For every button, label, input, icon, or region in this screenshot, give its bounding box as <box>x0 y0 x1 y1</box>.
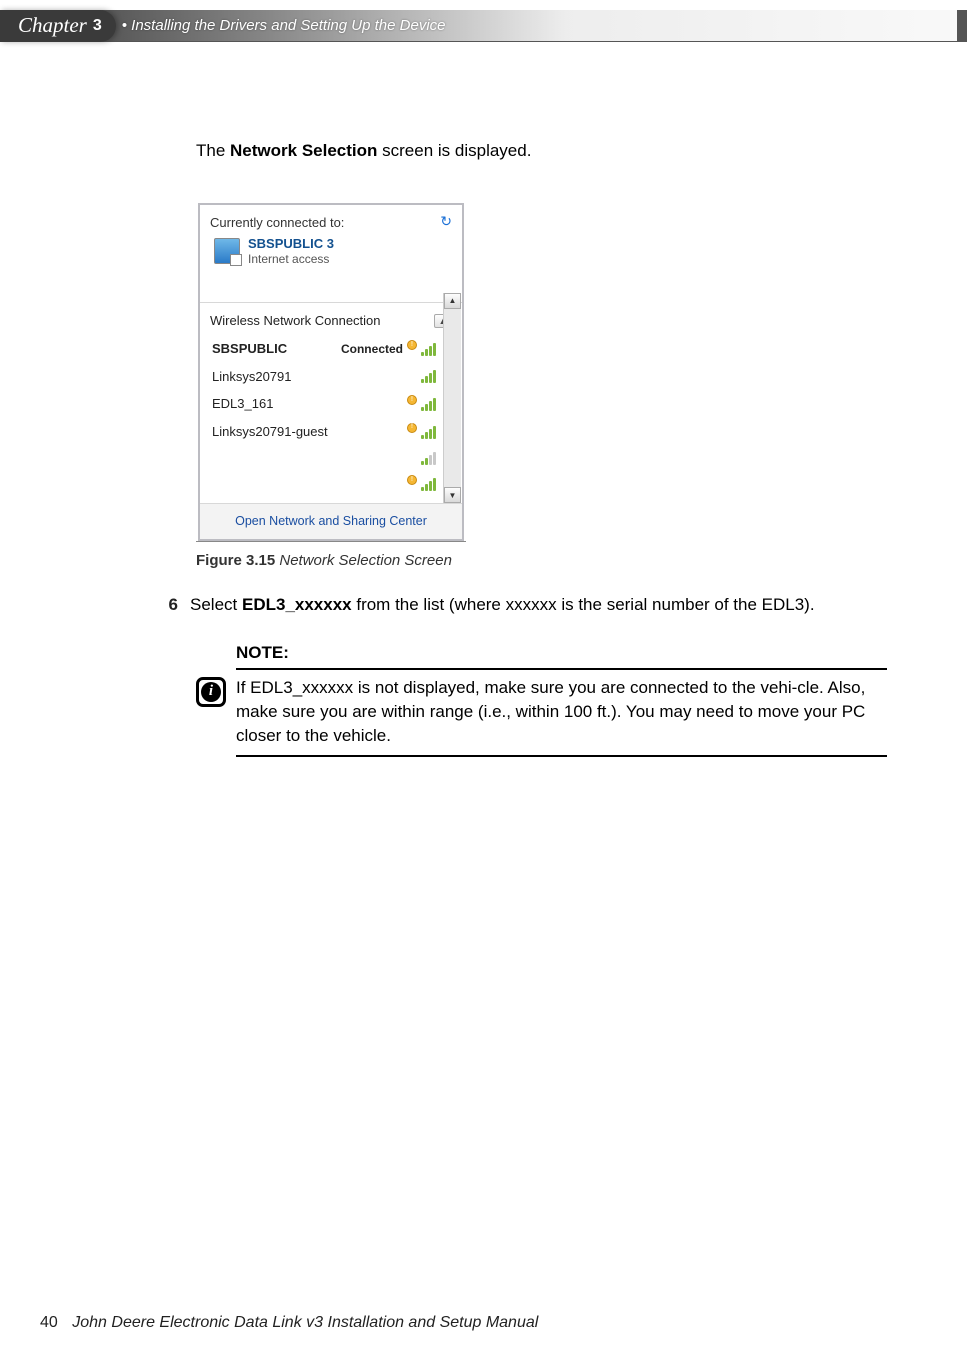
step-text: Select EDL3_xxxxxx from the list (where … <box>190 593 815 617</box>
wifi-signal-wrap: ! <box>407 477 436 491</box>
wifi-item[interactable] <box>200 445 462 471</box>
intro-post: screen is displayed. <box>377 141 531 160</box>
shield-icon: ! <box>407 475 417 485</box>
refresh-icon[interactable]: ↻ <box>440 213 452 230</box>
step-bold: EDL3_xxxxxx <box>242 595 352 614</box>
signal-icon <box>421 451 436 465</box>
wifi-list: ▲ ▼ SBSPUBLICConnected!Linksys20791EDL3_… <box>200 331 462 503</box>
shield-icon: ! <box>407 395 417 405</box>
figure-caption-text: Network Selection Screen <box>279 552 452 569</box>
current-network[interactable]: SBSPUBLIC 3 Internet access <box>210 236 452 266</box>
step-post: from the list (where xxxxxx is the seria… <box>352 595 815 614</box>
chapter-header: Chapter 3 • Installing the Drivers and S… <box>0 10 967 42</box>
wifi-item[interactable]: Linksys20791 <box>200 363 462 391</box>
wifi-item[interactable]: EDL3_161! <box>200 390 462 418</box>
step-pre: Select <box>190 595 242 614</box>
chapter-number: 3 <box>93 17 102 35</box>
wifi-name: SBSPUBLIC <box>212 341 287 357</box>
intro-text: The Network Selection screen is displaye… <box>196 139 887 163</box>
current-network-sub: Internet access <box>248 252 334 266</box>
step-number: 6 <box>160 593 178 617</box>
chapter-word: Chapter <box>18 13 87 38</box>
signal-icon <box>421 477 436 491</box>
network-flyout: ↻ Currently connected to: SBSPUBLIC 3 In… <box>198 203 464 542</box>
network-icon <box>214 238 240 264</box>
wifi-signal-wrap <box>421 451 436 465</box>
page-footer: 40 John Deere Electronic Data Link v3 In… <box>40 1314 538 1332</box>
wifi-name: Linksys20791 <box>212 369 292 385</box>
note-body: If EDL3_xxxxxx is not displayed, make su… <box>236 676 887 747</box>
wireless-section-label: Wireless Network Connection <box>210 313 381 329</box>
step-6: 6 Select EDL3_xxxxxx from the list (wher… <box>160 593 887 617</box>
scroll-down-icon[interactable]: ▼ <box>444 487 461 503</box>
manual-title: John Deere Electronic Data Link v3 Insta… <box>72 1314 538 1331</box>
current-network-name: SBSPUBLIC 3 <box>248 236 334 252</box>
shield-icon: ! <box>407 340 417 350</box>
connected-to-label: Currently connected to: <box>210 215 452 231</box>
note-block: NOTE: i If EDL3_xxxxxx is not displayed,… <box>196 641 887 757</box>
wifi-name: EDL3_161 <box>212 396 273 412</box>
open-network-center-link[interactable]: Open Network and Sharing Center <box>200 503 462 539</box>
signal-icon <box>421 397 436 411</box>
signal-icon <box>421 342 436 356</box>
wifi-name: Linksys20791-guest <box>212 424 328 440</box>
intro-pre: The <box>196 141 230 160</box>
signal-icon <box>421 369 436 383</box>
wifi-signal-wrap: ! <box>407 397 436 411</box>
signal-icon <box>421 425 436 439</box>
figure-screenshot: ↻ Currently connected to: SBSPUBLIC 3 In… <box>196 203 466 543</box>
wifi-item[interactable]: Linksys20791-guest! <box>200 418 462 446</box>
note-heading: NOTE: <box>196 641 887 665</box>
scroll-up-icon[interactable]: ▲ <box>444 293 461 309</box>
chapter-title: • Installing the Drivers and Setting Up … <box>96 10 566 42</box>
info-icon: i <box>196 677 226 707</box>
wifi-signal-wrap: Connected! <box>341 342 436 356</box>
intro-bold: Network Selection <box>230 141 377 160</box>
figure-caption: Figure 3.15 Network Selection Screen <box>196 546 887 571</box>
wifi-item[interactable]: ! <box>200 471 462 497</box>
wifi-signal-wrap: ! <box>407 425 436 439</box>
wifi-item[interactable]: SBSPUBLIC Connected! <box>200 335 462 363</box>
chapter-tab: Chapter 3 <box>0 10 116 42</box>
page-number: 40 <box>40 1314 58 1331</box>
wifi-signal-wrap <box>421 369 436 383</box>
scrollbar[interactable]: ▲ ▼ <box>443 293 461 503</box>
shield-icon: ! <box>407 423 417 433</box>
figure-number: Figure 3.15 <box>196 552 275 569</box>
wifi-status: Connected <box>341 342 403 356</box>
